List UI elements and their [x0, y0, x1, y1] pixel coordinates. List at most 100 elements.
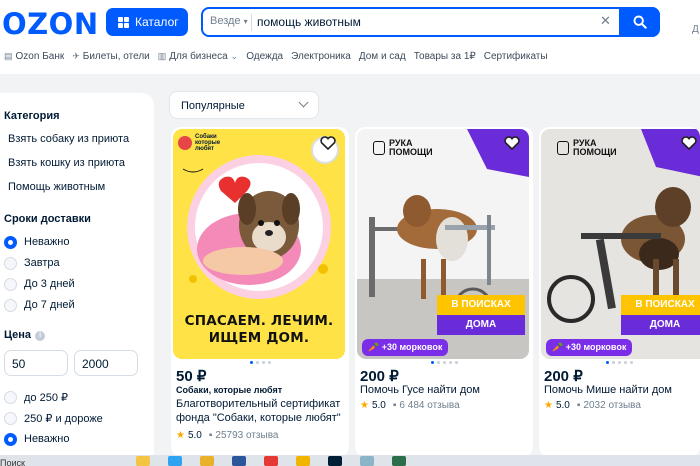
search-button[interactable] [619, 7, 660, 37]
product-card[interactable]: РУКА ПОМОЩИ В ПОИСКАХ ДОМА 🥕 +30 морковок… [539, 127, 700, 457]
radio[interactable] [4, 256, 17, 270]
price-to-input[interactable]: 2000 [74, 350, 138, 376]
price-option[interactable]: 250 ₽ и дороже [4, 411, 154, 425]
product-image[interactable]: РУКА ПОМОЩИ В ПОИСКАХ ДОМА 🥕 +30 морковок [357, 129, 529, 359]
badge-label: +30 морковок [565, 342, 627, 352]
sort-select[interactable]: Популярные [169, 91, 319, 119]
delivery-option[interactable]: Неважно [4, 235, 154, 249]
app-icon[interactable] [392, 456, 406, 466]
category-link[interactable]: Взять собаку из приюта [8, 133, 154, 145]
price-option[interactable]: Неважно [4, 432, 154, 446]
search-scope-select[interactable]: Везде ▾ [210, 15, 248, 27]
bank-icon: ▤ [4, 50, 13, 61]
heart-icon[interactable] [320, 136, 336, 150]
info-icon[interactable]: i [35, 331, 46, 341]
price-from-input[interactable]: 50 [4, 350, 68, 376]
star-icon: ★ [544, 400, 553, 411]
nav-item-clothes[interactable]: Одежда [246, 49, 283, 63]
product-title[interactable]: Помочь Гусе найти дом [360, 383, 532, 397]
image-banner: В ПОИСКАХ ДОМА [437, 295, 525, 335]
app-icon[interactable] [136, 456, 150, 466]
clear-search-icon[interactable]: ✕ [600, 13, 611, 29]
banner-line: В ПОИСКАХ [621, 295, 700, 315]
product-image[interactable]: РУКА ПОМОЩИ В ПОИСКАХ ДОМА 🥕 +30 морковок [541, 129, 700, 359]
reviews-icon: ▪ [576, 400, 581, 411]
radio[interactable] [4, 390, 17, 404]
ozon-logo[interactable]: OZON [2, 7, 99, 41]
edge-icon[interactable] [168, 456, 182, 466]
nav-label: Для бизнеса [169, 50, 228, 62]
product-card[interactable]: Собаки которые любят СПАСАЕМ. ЛЕЧИМ. ИЩЕМ … [171, 127, 349, 457]
image-pager[interactable] [539, 361, 700, 364]
nav-item-business[interactable]: ▥ Для бизнеса ⌄ [158, 49, 238, 63]
app-icon[interactable] [360, 456, 374, 466]
radio[interactable] [4, 411, 17, 425]
rating-value: 5.0 [555, 400, 570, 411]
folder-icon[interactable] [200, 456, 214, 466]
nav-item-certificates[interactable]: Сертификаты [484, 49, 548, 63]
category-link[interactable]: Помощь животным [8, 181, 154, 193]
image-banner: В ПОИСКАХ ДОМА [621, 295, 700, 335]
delivery-option[interactable]: Завтра [4, 256, 154, 270]
sort-label: Популярные [181, 100, 245, 112]
catalog-button[interactable]: Каталог [106, 8, 188, 36]
search-icon [633, 15, 647, 29]
chevron-down-icon [298, 97, 309, 108]
radio[interactable] [4, 277, 17, 291]
reviews-count[interactable]: 25793 отзыва [215, 430, 278, 441]
banner-line: ДОМА [621, 315, 700, 335]
product-title[interactable]: Благотворительный сертификат фонда "Соба… [176, 397, 348, 425]
delivery-title: Сроки доставки [4, 213, 91, 225]
search-input[interactable] [257, 13, 587, 31]
delivery-option[interactable]: До 3 дней [4, 277, 154, 291]
nav-label: Электроника [291, 50, 351, 62]
fund-logo: РУКА ПОМОЩИ [557, 139, 617, 157]
header-right-label[interactable]: Д [692, 24, 699, 35]
delivery-option[interactable]: До 7 дней [4, 298, 154, 312]
product-card[interactable]: РУКА ПОМОЩИ В ПОИСКАХ ДОМА 🥕 +30 морковок… [355, 127, 533, 457]
image-slogan: СПАСАЕМ. ЛЕЧИМ. ИЩЕМ ДОМ. [173, 313, 345, 347]
catalog-label: Каталог [135, 15, 179, 29]
nav-item-one-ruble[interactable]: Товары за 1₽ [414, 49, 476, 63]
radio-selected[interactable] [4, 432, 17, 446]
price-title-text: Цена [4, 329, 32, 341]
chevron-down-icon: ⌄ [230, 50, 239, 61]
category-link[interactable]: Взять кошку из приюта [8, 157, 154, 169]
nav-label: Ozon Банк [15, 50, 65, 62]
radio-selected[interactable] [4, 235, 17, 249]
business-icon: ▥ [157, 50, 167, 61]
price-title: Цена i [4, 329, 154, 341]
reviews-icon: ▪ [392, 400, 397, 411]
search-box: Везде▾ ✕ [201, 7, 660, 37]
bonus-badge: 🥕 +30 морковок [546, 339, 633, 356]
taskbar-search[interactable]: Поиск [0, 458, 25, 466]
photoshop-icon[interactable] [328, 456, 342, 466]
rating-value: 5.0 [371, 400, 386, 411]
reviews-count[interactable]: 2032 отзыва [583, 400, 640, 411]
heart-icon[interactable] [681, 136, 697, 150]
nav-item-ozon-bank[interactable]: ▤ Ozon Банк [4, 49, 64, 63]
logo-text: ПОМОЩИ [573, 147, 617, 157]
product-image[interactable]: Собаки которые любят СПАСАЕМ. ЛЕЧИМ. ИЩЕМ … [173, 129, 345, 359]
nav-item-electronics[interactable]: Электроника [291, 49, 351, 63]
image-pager[interactable] [171, 361, 349, 364]
price-option[interactable]: до 250 ₽ [4, 390, 154, 404]
filter-sidebar: Категория Взять собаку из приюта Взять к… [0, 93, 154, 466]
heart-icon[interactable] [504, 136, 520, 150]
plane-icon: ✈ [72, 50, 80, 61]
nav-item-home-garden[interactable]: Дом и сад [359, 49, 406, 63]
badge-label: +30 морковок [381, 342, 443, 352]
product-rating: ★ 5.0 ▪ 2032 отзыва [544, 400, 641, 411]
product-title[interactable]: Помочь Мише найти дом [544, 383, 700, 397]
nav-item-tickets[interactable]: ✈ Билеты, отели [72, 49, 150, 63]
radio[interactable] [4, 298, 17, 312]
option-label: Неважно [24, 433, 70, 445]
reviews-count[interactable]: 6 484 отзыва [399, 400, 459, 411]
product-seller: Собаки, которые любят [176, 385, 283, 395]
image-pager[interactable] [355, 361, 533, 364]
yandex-icon[interactable] [264, 456, 278, 466]
paw-icon [178, 136, 192, 150]
chrome-icon[interactable] [296, 456, 310, 466]
taskbar-icons [136, 456, 406, 466]
word-icon[interactable] [232, 456, 246, 466]
